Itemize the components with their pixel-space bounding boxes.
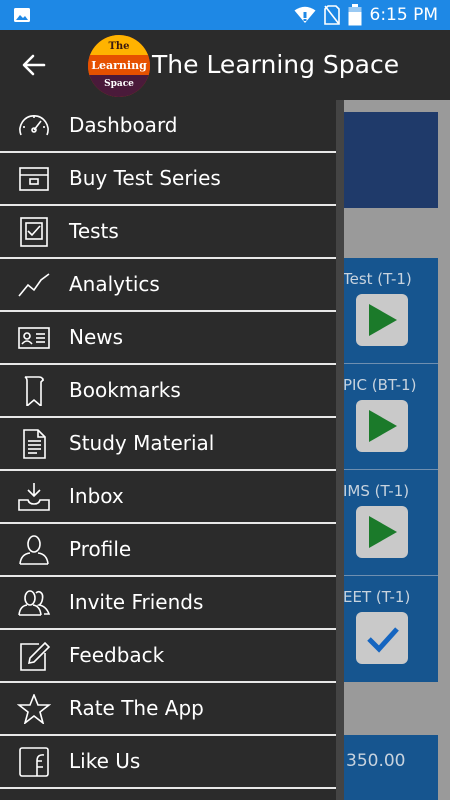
- menu-item-rate-the-app[interactable]: Rate The App: [0, 683, 344, 736]
- wifi-icon: [294, 6, 315, 23]
- menu-item-buy-test-series[interactable]: Buy Test Series: [0, 153, 344, 206]
- menu-item-bookmarks[interactable]: Bookmarks: [0, 365, 344, 418]
- app-logo: The Learning Space: [88, 35, 150, 97]
- menu-item-news[interactable]: News: [0, 312, 344, 365]
- bg-test-title: EET (T-1): [343, 588, 411, 606]
- drawer-header: The Learning Space The Learning Space: [0, 30, 450, 100]
- menu-item-study-material[interactable]: Study Material: [0, 418, 344, 471]
- inbox-icon: [18, 483, 50, 511]
- speedometer-icon: [19, 115, 49, 136]
- id-card-icon: [18, 327, 50, 349]
- bg-test-row: EET (T-1): [330, 576, 438, 682]
- menu-item-label: News: [69, 325, 124, 349]
- edit-icon: [20, 641, 51, 671]
- menu-item-profile[interactable]: Profile: [0, 524, 344, 577]
- back-arrow-icon[interactable]: [18, 49, 50, 81]
- menu-item-inbox[interactable]: Inbox: [0, 471, 344, 524]
- done-button: [356, 612, 408, 664]
- play-button: [356, 294, 408, 346]
- menu-item-invite-friends[interactable]: Invite Friends: [0, 577, 344, 630]
- box-icon: [19, 167, 49, 191]
- bg-test-row: PIC (BT-1): [330, 364, 438, 470]
- menu-item-analytics[interactable]: Analytics: [0, 259, 344, 312]
- bg-test-row: IMS (T-1): [330, 470, 438, 576]
- menu-item-label: Study Material: [69, 431, 215, 455]
- menu-item-label: Inbox: [69, 484, 124, 508]
- people-icon: [18, 590, 51, 616]
- bookmark-icon: [24, 376, 44, 406]
- menu-item-label: Rate The App: [69, 696, 204, 720]
- person-icon: [19, 535, 49, 565]
- menu-item-like-us[interactable]: Like Us: [0, 736, 344, 789]
- menu-item-dashboard[interactable]: Dashboard: [0, 100, 344, 153]
- play-icon: [369, 410, 397, 442]
- trend-chart-icon: [18, 273, 50, 297]
- bg-price: 350.00: [346, 751, 406, 771]
- drawer-menu: Dashboard Buy Test Series Tests Analytic…: [0, 100, 344, 789]
- image-icon: [14, 8, 30, 22]
- menu-item-tests[interactable]: Tests: [0, 206, 344, 259]
- menu-item-label: Like Us: [69, 749, 141, 773]
- document-icon: [23, 429, 46, 459]
- bg-test-title: Test (T-1): [343, 270, 412, 288]
- facebook-icon: [19, 747, 49, 777]
- sim-icon: [323, 5, 340, 25]
- star-icon: [17, 694, 51, 724]
- menu-item-label: Buy Test Series: [69, 166, 221, 190]
- menu-item-label: Tests: [69, 219, 119, 243]
- play-button: [356, 400, 408, 452]
- play-icon: [369, 304, 397, 336]
- status-bar: 6:15 PM: [0, 0, 450, 30]
- bg-test-title: PIC (BT-1): [343, 376, 417, 394]
- play-icon: [369, 516, 397, 548]
- bg-test-title: IMS (T-1): [343, 482, 410, 500]
- bg-price-card: 350.00: [330, 735, 438, 800]
- menu-item-label: Invite Friends: [69, 590, 204, 614]
- bg-test-card: Test (T-1) PIC (BT-1) IMS (T-1) EET (T-1…: [330, 258, 438, 682]
- bg-banner: [330, 112, 438, 208]
- bg-test-row: Test (T-1): [330, 258, 438, 364]
- menu-item-label: Feedback: [69, 643, 165, 667]
- app-title: The Learning Space: [152, 50, 400, 79]
- drawer-scrollbar[interactable]: [336, 100, 344, 800]
- menu-item-label: Profile: [69, 537, 132, 561]
- battery-icon: [348, 4, 361, 26]
- menu-item-label: Bookmarks: [69, 378, 181, 402]
- check-icon: [367, 627, 399, 653]
- menu-item-label: Analytics: [69, 272, 160, 296]
- menu-item-label: Dashboard: [69, 113, 178, 137]
- play-button: [356, 506, 408, 558]
- menu-item-feedback[interactable]: Feedback: [0, 630, 344, 683]
- navigation-drawer: The Learning Space The Learning Space Da…: [0, 30, 450, 800]
- status-time: 6:15 PM: [369, 5, 439, 25]
- checklist-icon: [20, 217, 48, 247]
